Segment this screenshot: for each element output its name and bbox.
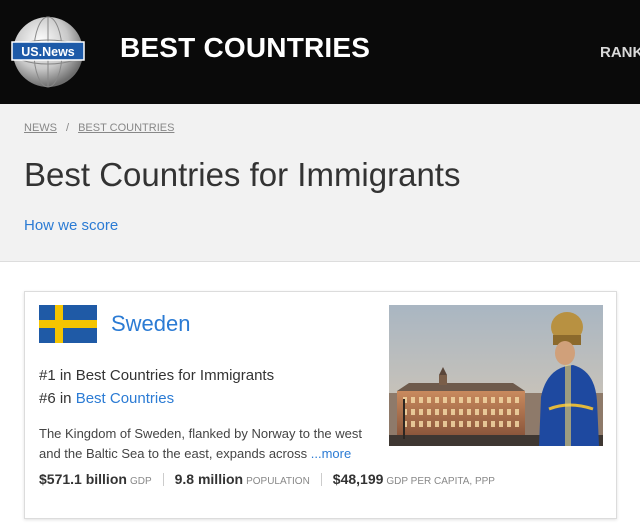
rank-overall: #6 in Best Countries (39, 390, 174, 407)
breadcrumb-separator: / (66, 122, 70, 134)
brand-title[interactable]: BEST COUNTRIES (120, 32, 370, 64)
best-countries-link[interactable]: Best Countries (76, 390, 174, 407)
sweden-flag-icon[interactable] (39, 305, 97, 343)
gdp-label: GDP (129, 476, 152, 487)
gdp-per-capita-value: $48,199 (332, 471, 384, 487)
population-value: 9.8 million (174, 471, 244, 487)
country-name-link[interactable]: Sweden (111, 311, 191, 337)
usnews-logo[interactable]: US.News (10, 14, 86, 90)
country-description: The Kingdom of Sweden, flanked by Norway… (39, 424, 377, 464)
stat-divider (162, 473, 164, 486)
breadcrumb-best-countries[interactable]: BEST COUNTRIES (78, 122, 174, 134)
more-link[interactable]: ...more (311, 446, 351, 461)
gdp-value: $571.1 billion (39, 471, 127, 487)
rank-immigrants-prefix: #1 in (39, 367, 76, 384)
site-header: US.News BEST COUNTRIES RANK (0, 0, 640, 104)
breadcrumb-news[interactable]: NEWS (24, 122, 57, 134)
breadcrumb: NEWS / BEST COUNTRIES (24, 122, 174, 134)
rank-immigrants-category: Best Countries for Immigrants (75, 367, 275, 384)
page-header: NEWS / BEST COUNTRIES Best Countries for I… (0, 104, 640, 262)
rank-overall-prefix: #6 in (39, 390, 76, 407)
rank-immigrants: #1 in Best Countries for Immigrants (39, 367, 274, 384)
country-photo[interactable] (389, 305, 603, 446)
logo-text: US.News (21, 45, 75, 59)
how-we-score-link[interactable]: How we score (24, 217, 118, 234)
stat-divider (320, 473, 322, 486)
nav-rank-link[interactable]: RANK (600, 44, 640, 61)
country-card: Sweden #1 in Best Countries for Immigran… (24, 291, 617, 519)
population-label: POPULATION (246, 476, 310, 487)
country-stats: $571.1 billion GDP 9.8 million POPULATION $4… (39, 471, 495, 487)
gdp-per-capita-label: GDP PER CAPITA, PPP (386, 476, 495, 487)
page-title: Best Countries for Immigrants (24, 156, 461, 193)
